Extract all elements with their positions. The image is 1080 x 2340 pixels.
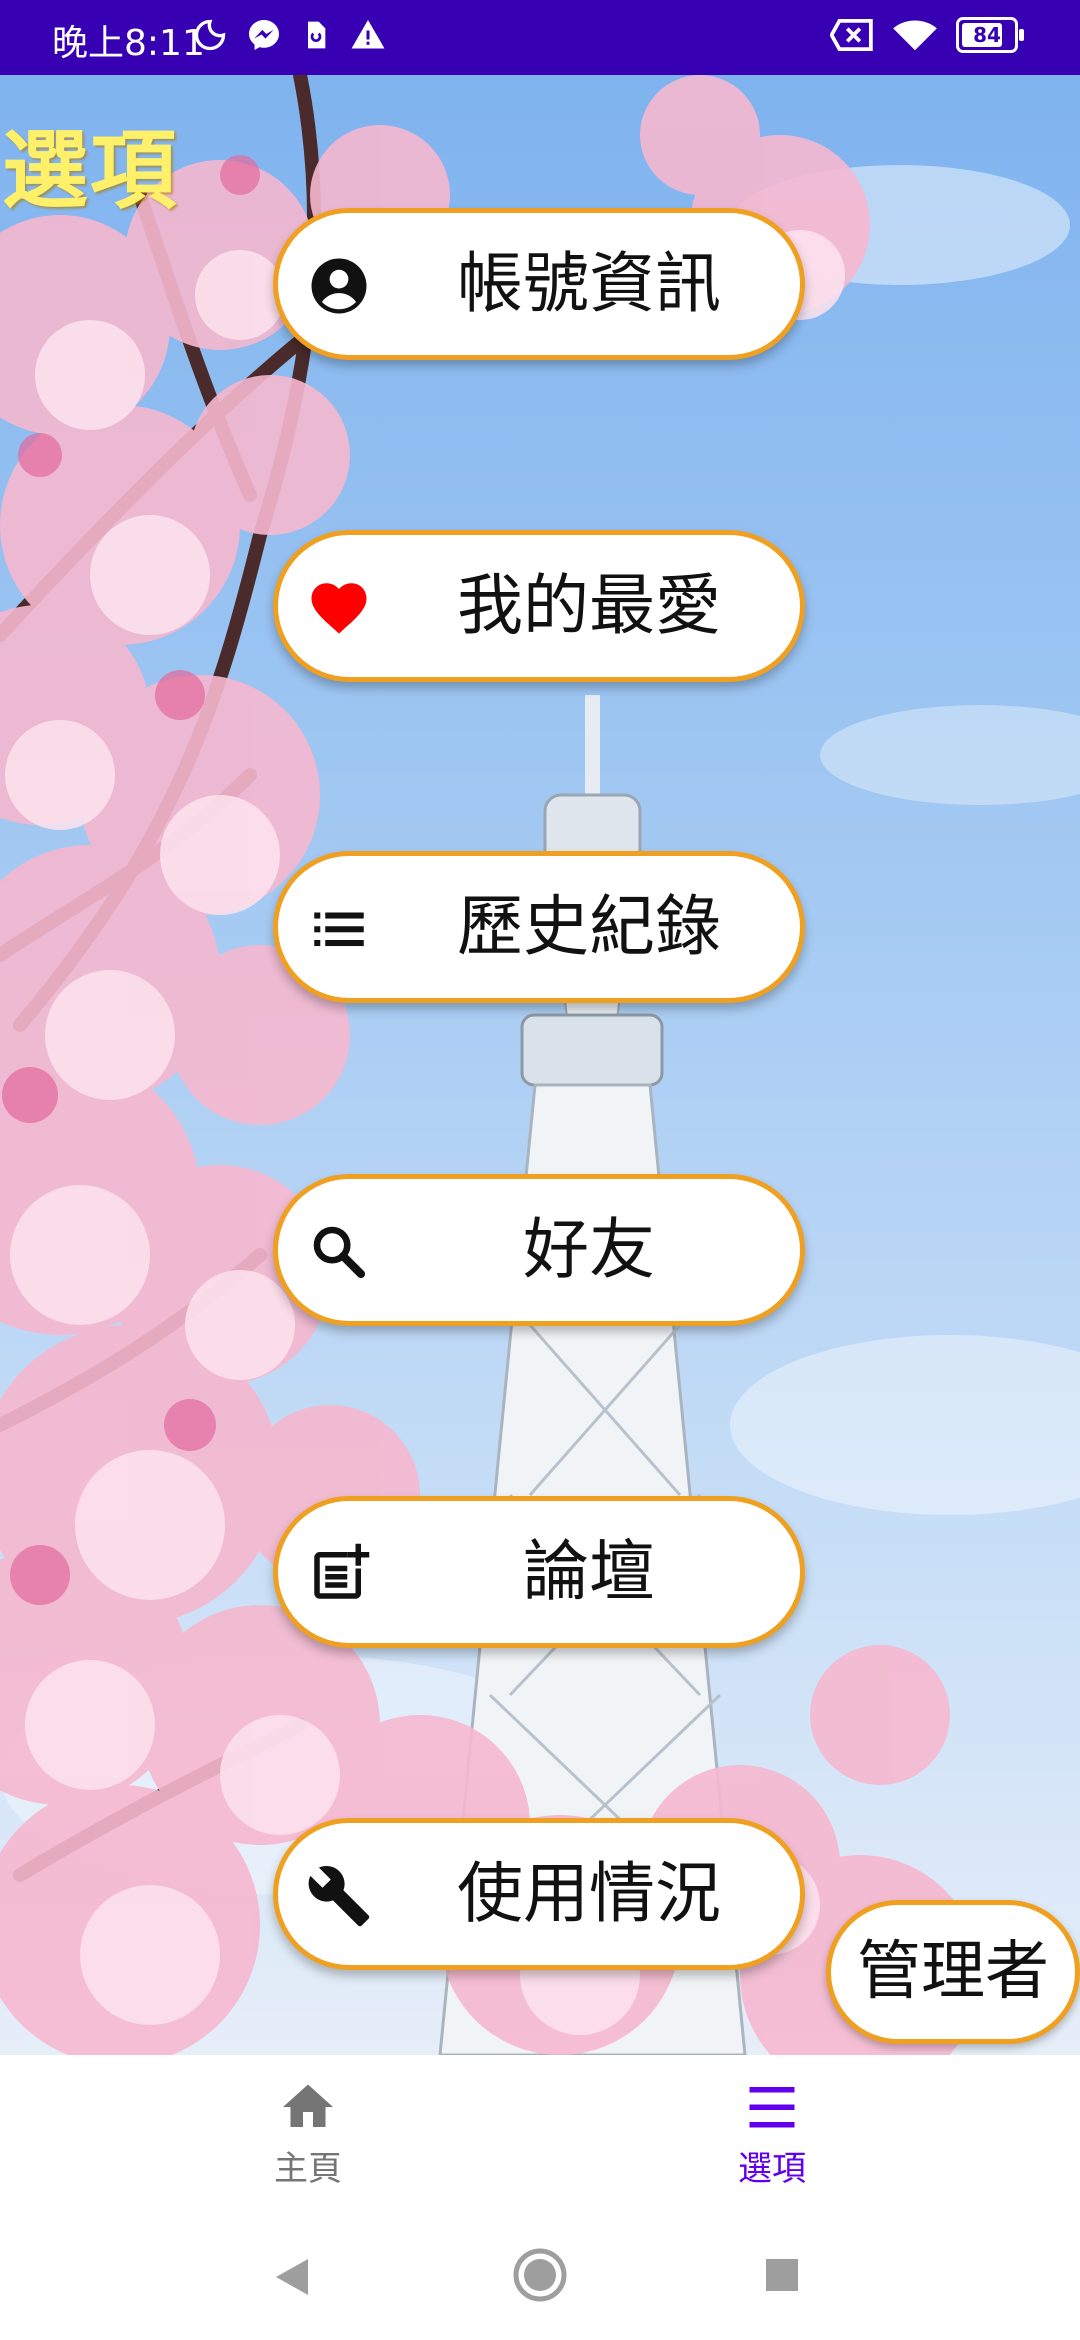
usage-button[interactable]: 使用情況 <box>273 1818 805 1970</box>
nav-home[interactable]: 主頁 <box>208 2077 408 2190</box>
bottom-navigation: 主頁 選項 <box>0 2055 1080 2205</box>
list-icon <box>314 912 364 947</box>
friends-button[interactable]: 好友 <box>273 1174 805 1326</box>
page-title: 選項 <box>2 121 178 221</box>
usage-label: 使用情況 <box>457 1855 721 1932</box>
wrench-icon <box>308 1866 370 1927</box>
account-circle-icon <box>311 258 367 314</box>
messenger-icon <box>249 20 279 50</box>
battery-level: 84 <box>973 23 1001 47</box>
warning-icon <box>351 20 385 49</box>
favorites-button[interactable]: 我的最愛 <box>273 530 805 682</box>
admin-button[interactable]: 管理者 <box>826 1900 1080 2044</box>
history-button[interactable]: 歷史紀錄 <box>273 851 805 1003</box>
recents-icon[interactable] <box>764 2257 800 2293</box>
search-icon <box>313 1226 366 1279</box>
friends-label: 好友 <box>523 1211 655 1288</box>
post-add-icon <box>314 1543 370 1599</box>
wifi-icon <box>893 20 937 51</box>
account-info-label: 帳號資訊 <box>457 245 721 322</box>
home-circle-icon[interactable] <box>512 2247 568 2303</box>
menu-icon <box>749 2087 795 2128</box>
close-box-icon <box>830 18 873 52</box>
system-navigation-bar <box>0 2205 1080 2340</box>
nav-options-label: 選項 <box>738 2149 806 2189</box>
forum-label: 論壇 <box>523 1533 655 1610</box>
forum-button[interactable]: 論壇 <box>273 1496 805 1648</box>
home-icon <box>283 2084 333 2127</box>
battery-icon: 84 <box>956 17 1024 53</box>
account-info-button[interactable]: 帳號資訊 <box>273 208 805 360</box>
history-label: 歷史紀錄 <box>457 888 721 965</box>
nav-home-label: 主頁 <box>274 2149 342 2189</box>
heart-icon <box>311 583 367 634</box>
favorites-label: 我的最愛 <box>457 567 721 644</box>
sim-icon <box>308 21 326 49</box>
status-bar: 晚上8:11 84 <box>0 0 1080 75</box>
background-image <box>0 75 1080 2055</box>
status-time: 晚上8:11 <box>52 23 205 64</box>
nav-options[interactable]: 選項 <box>672 2077 872 2190</box>
moon-icon <box>194 19 226 51</box>
back-icon[interactable] <box>272 2255 312 2299</box>
